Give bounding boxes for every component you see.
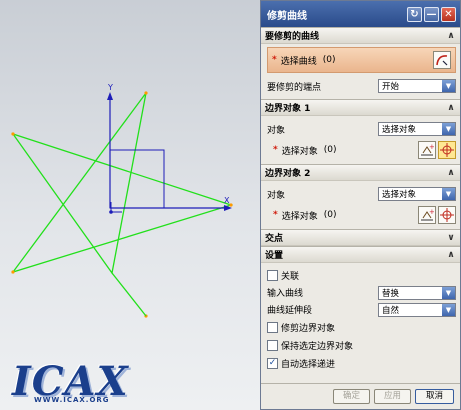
trim-boundary-label: 修剪边界对象 <box>281 323 336 334</box>
star-curve[interactable] <box>11 92 234 275</box>
boundary1-select-count: (0) <box>323 145 337 155</box>
reset-button[interactable]: ↻ <box>407 6 422 22</box>
graphics-canvas[interactable]: Y X <box>0 0 260 410</box>
chevron-down-icon[interactable]: ▼ <box>442 286 455 299</box>
section-boundary2-header[interactable]: 边界对象 2 ∧ <box>261 164 460 181</box>
collapse-icon[interactable]: ∧ <box>446 31 456 41</box>
boundary2-object-dropdown[interactable]: 选择对象 ▼ <box>378 187 456 201</box>
graphics-viewport[interactable]: Y X ICAX WWW.ICAX.ORG <box>0 0 260 410</box>
extension-value: 自然 <box>382 305 400 316</box>
point-dialog-icon[interactable]: + <box>418 141 436 159</box>
auto-advance-label: 自动选择递进 <box>281 359 336 370</box>
endpoint-row: 要修剪的端点 开始 ▼ <box>267 76 456 96</box>
section-settings-header[interactable]: 设置 ∧ <box>261 246 460 263</box>
auto-advance-row[interactable]: ✓ 自动选择递进 <box>267 354 456 372</box>
endpoint-dropdown[interactable]: 开始 ▼ <box>378 79 456 93</box>
boundary2-object-label: 对象 <box>267 190 286 201</box>
close-button[interactable]: ✕ <box>441 6 456 22</box>
select-curve-row[interactable]: * 选择曲线 (0) <box>267 47 456 73</box>
svg-text:+: + <box>429 143 434 151</box>
curve-select-icon[interactable] <box>433 51 451 69</box>
boundary2-select-label: 选择对象 <box>281 211 318 222</box>
select-curve-label: 选择曲线 <box>280 56 317 67</box>
keep-boundary-checkbox[interactable] <box>267 339 278 351</box>
section-boundary2-title: 边界对象 2 <box>265 169 311 179</box>
input-curve-dropdown[interactable]: 替换 ▼ <box>378 285 456 300</box>
icax-logo-url: WWW.ICAX.ORG <box>34 396 110 404</box>
star-curve-tail <box>111 272 147 317</box>
apply-button[interactable]: 应用 <box>374 389 411 404</box>
dialog-titlebar[interactable]: 修剪曲线 ↻ — ✕ <box>261 1 460 27</box>
chevron-down-icon[interactable]: ▼ <box>442 188 455 200</box>
section-boundary1-header[interactable]: 边界对象 1 ∧ <box>261 99 460 116</box>
boundary2-select-row[interactable]: * 选择对象 (0) + <box>267 204 456 226</box>
svg-text:+: + <box>429 208 434 216</box>
crosshair-select-icon[interactable] <box>438 206 456 224</box>
endpoint-value: 开始 <box>382 82 400 92</box>
ok-button[interactable]: 确定 <box>333 389 370 404</box>
section-curves-to-trim-title: 要修剪的曲线 <box>265 32 320 42</box>
dialog-footer: 确定 应用 取消 <box>261 383 460 409</box>
boundary1-select-label: 选择对象 <box>281 146 318 157</box>
boundary2-object-value: 选择对象 <box>382 190 417 200</box>
required-asterisk-icon: * <box>273 210 278 220</box>
extension-row: 曲线延伸段 自然 ▼ <box>267 301 456 318</box>
x-axis-label: X <box>224 196 230 205</box>
boundary2-object-row: 对象 选择对象 ▼ <box>267 184 456 204</box>
wcs-box <box>109 149 165 209</box>
minimize-button[interactable]: — <box>424 6 439 22</box>
boundary1-object-label: 对象 <box>267 125 286 136</box>
crosshair-select-icon[interactable] <box>438 141 456 159</box>
associative-checkbox[interactable] <box>267 269 278 281</box>
required-asterisk-icon: * <box>273 145 278 155</box>
trim-boundary-row[interactable]: 修剪边界对象 <box>267 318 456 336</box>
keep-boundary-row[interactable]: 保持选定边界对象 <box>267 336 456 354</box>
y-axis-label: Y <box>107 83 113 92</box>
extension-label: 曲线延伸段 <box>267 306 313 316</box>
chevron-down-icon[interactable]: ▼ <box>442 303 455 316</box>
boundary2-select-count: (0) <box>323 210 337 220</box>
associative-row[interactable]: 关联 <box>267 266 456 284</box>
required-asterisk-icon: * <box>272 55 277 65</box>
keep-boundary-label: 保持选定边界对象 <box>281 341 354 352</box>
extension-dropdown[interactable]: 自然 ▼ <box>378 302 456 317</box>
boundary1-object-value: 选择对象 <box>382 125 417 135</box>
auto-advance-checkbox[interactable]: ✓ <box>267 357 278 369</box>
boundary1-object-dropdown[interactable]: 选择对象 ▼ <box>378 122 456 136</box>
input-curve-value: 替换 <box>382 288 400 299</box>
endpoint-label: 要修剪的端点 <box>267 82 322 93</box>
expand-icon[interactable]: ∨ <box>446 233 456 243</box>
boundary1-object-row: 对象 选择对象 ▼ <box>267 119 456 139</box>
y-axis-arrow <box>107 92 113 100</box>
section-intersection-header[interactable]: 交点 ∨ <box>261 229 460 246</box>
section-intersection-title: 交点 <box>265 234 284 244</box>
select-curve-count: (0) <box>322 55 336 65</box>
trim-curve-dialog: 修剪曲线 ↻ — ✕ 要修剪的曲线 ∧ * 选择曲线 (0) 要修剪的端点 开始… <box>260 0 461 410</box>
section-settings-title: 设置 <box>265 251 284 261</box>
cancel-button[interactable]: 取消 <box>415 389 454 404</box>
dialog-title: 修剪曲线 <box>267 10 307 22</box>
collapse-icon[interactable]: ∧ <box>446 103 456 113</box>
section-curves-to-trim-header[interactable]: 要修剪的曲线 ∧ <box>261 27 460 44</box>
boundary1-select-row[interactable]: * 选择对象 (0) + <box>267 139 456 161</box>
input-curve-row: 输入曲线 替换 ▼ <box>267 284 456 301</box>
chevron-down-icon[interactable]: ▼ <box>442 80 455 92</box>
collapse-icon[interactable]: ∧ <box>446 168 456 178</box>
trim-boundary-checkbox[interactable] <box>267 321 278 333</box>
chevron-down-icon[interactable]: ▼ <box>442 123 455 135</box>
input-curve-label: 输入曲线 <box>267 289 304 299</box>
point-dialog-icon[interactable]: + <box>418 206 436 224</box>
triad-origin <box>109 210 113 214</box>
collapse-icon[interactable]: ∧ <box>446 250 456 260</box>
section-boundary1-title: 边界对象 1 <box>265 104 311 114</box>
associative-label: 关联 <box>281 271 300 282</box>
